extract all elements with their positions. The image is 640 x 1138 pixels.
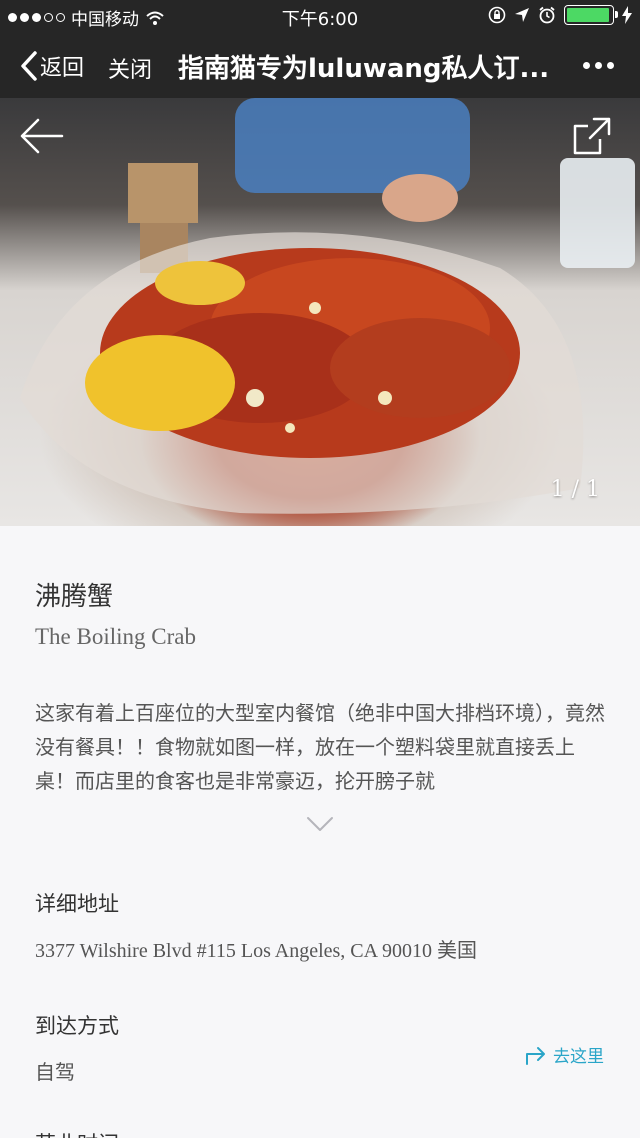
rotation-lock-icon	[488, 6, 506, 24]
battery-level	[567, 8, 609, 22]
navigate-here-button[interactable]: 去这里	[525, 1042, 604, 1067]
more-dot-icon	[607, 62, 614, 69]
place-details: 沸腾蟹 The Boiling Crab 这家有着上百座位的大型室内餐馆（绝非中…	[0, 526, 640, 1138]
back-label: 返回	[40, 56, 85, 81]
chevron-left-icon	[21, 51, 37, 81]
more-options-button[interactable]	[583, 62, 614, 69]
hero-image[interactable]: 1 / 1	[0, 98, 640, 526]
page-title: 指南猫专为luluwang私人订...	[178, 54, 550, 84]
chevron-down-icon[interactable]	[306, 816, 334, 832]
nav-bar: 返回 关闭 指南猫专为luluwang私人订...	[0, 32, 640, 98]
location-icon	[515, 8, 529, 22]
food-photo	[20, 98, 635, 514]
back-button[interactable]: 返回	[20, 50, 84, 82]
status-bar: 中国移动 下午6:00	[0, 0, 640, 32]
arrival-label: 到达方式	[35, 1014, 119, 1038]
directions-arrow-icon	[526, 1046, 545, 1065]
share-icon[interactable]	[572, 116, 612, 156]
place-name-cn: 沸腾蟹	[35, 582, 114, 612]
battery-icon	[564, 5, 618, 25]
charging-icon	[622, 6, 632, 24]
image-counter: 1 / 1	[550, 477, 600, 502]
close-button[interactable]: 关闭	[108, 52, 152, 84]
more-dot-icon	[583, 62, 590, 69]
address-value: 3377 Wilshire Blvd #115 Los Angeles, CA …	[35, 940, 477, 962]
navigate-here-label: 去这里	[553, 1047, 604, 1067]
arrow-left-icon[interactable]	[20, 118, 64, 154]
more-dot-icon	[595, 62, 602, 69]
alarm-icon	[539, 6, 555, 24]
arrival-value: 自驾	[35, 1060, 75, 1084]
status-bar-right	[488, 5, 632, 25]
place-description: 这家有着上百座位的大型室内餐馆（绝非中国大排档环境），竟然没有餐具！！食物就如图…	[35, 701, 605, 793]
hours-label: 营业时间	[35, 1128, 119, 1138]
place-name-en: The Boiling Crab	[35, 624, 196, 649]
address-label: 详细地址	[35, 892, 119, 916]
